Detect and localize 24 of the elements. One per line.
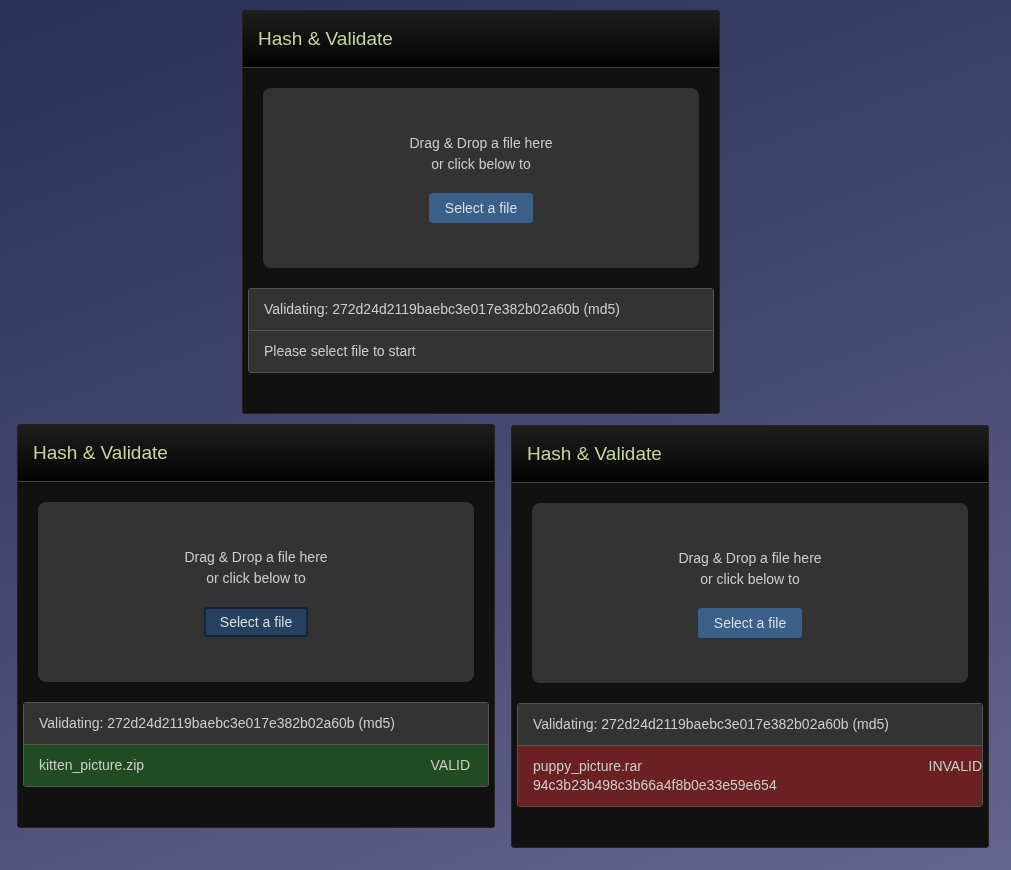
drop-hint: Drag & Drop a file here xyxy=(184,548,328,567)
drop-hint: or click below to xyxy=(206,569,306,588)
drop-hint: or click below to xyxy=(431,155,531,174)
validating-text: Validating: 272d24d2119baebc3e017e382b02a60b (md5) xyxy=(518,704,982,745)
result-status: VALID xyxy=(430,756,470,775)
file-name: kitten_picture.zip xyxy=(39,756,145,775)
status-message: Please select file to start xyxy=(264,342,416,361)
file-name: puppy_picture.rar xyxy=(533,757,643,776)
drop-hint: or click below to xyxy=(700,570,800,589)
validating-text: Validating: 272d24d2119baebc3e017e382b02a60b (md5) xyxy=(249,289,713,330)
select-file-button[interactable]: Select a file xyxy=(203,607,309,637)
drop-zone[interactable]: Drag & Drop a file here or click below to Select a file xyxy=(532,503,968,683)
select-file-button[interactable]: Select a file xyxy=(428,193,534,223)
window-title: Hash & Validate xyxy=(527,443,662,465)
drop-hint: Drag & Drop a file here xyxy=(409,134,553,153)
drop-zone[interactable]: Drag & Drop a file here or click below to Select a file xyxy=(263,88,699,268)
window-title: Hash & Validate xyxy=(33,442,168,464)
select-file-button[interactable]: Select a file xyxy=(697,608,803,638)
drop-zone[interactable]: Drag & Drop a file here or click below to Select a file xyxy=(38,502,474,682)
drop-hint: Drag & Drop a file here xyxy=(678,549,822,568)
window-title: Hash & Validate xyxy=(258,28,393,50)
validating-text: Validating: 272d24d2119baebc3e017e382b02a60b (md5) xyxy=(24,703,488,744)
file-hash: 94c3b23b498c3b66a4f8b0e33e59e654 xyxy=(533,776,777,795)
result-status: INVALID xyxy=(928,757,982,776)
